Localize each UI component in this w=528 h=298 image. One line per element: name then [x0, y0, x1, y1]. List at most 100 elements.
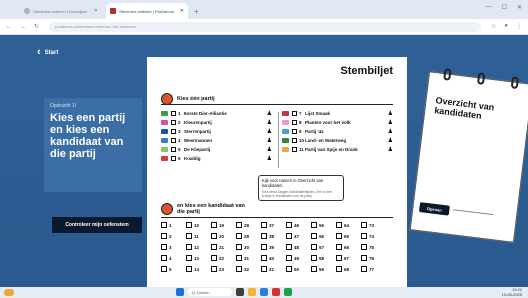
chrome-icon[interactable] — [284, 288, 292, 296]
vote-checkbox[interactable] — [236, 233, 242, 239]
vote-checkbox[interactable] — [361, 266, 367, 272]
candidate-cell[interactable]: 65 — [336, 232, 361, 240]
candidate-cell[interactable]: 5 — [161, 265, 186, 273]
vote-checkbox[interactable] — [292, 120, 297, 125]
candidate-cell[interactable]: 12 — [186, 243, 211, 251]
vote-checkbox[interactable] — [311, 222, 317, 228]
forward-icon[interactable]: → — [20, 24, 26, 30]
candidate-cell[interactable]: 77 — [361, 265, 386, 273]
browser-tab-active[interactable]: Stemmen oefenen | ProDemos ✕ — [106, 3, 188, 19]
vote-checkbox[interactable] — [361, 255, 367, 261]
vote-checkbox[interactable] — [311, 266, 317, 272]
reload-icon[interactable]: ↻ — [34, 23, 39, 30]
edge-icon[interactable] — [260, 288, 268, 296]
task-view-icon[interactable] — [236, 288, 244, 296]
party-row[interactable]: 5 De Kliepartij ♟ — [161, 145, 272, 154]
vote-checkbox[interactable] — [211, 266, 217, 272]
vote-checkbox[interactable] — [171, 111, 176, 116]
vote-checkbox[interactable] — [211, 255, 217, 261]
party-row[interactable]: 3 Sterrenpartij ♟ — [161, 127, 272, 136]
candidate-cell[interactable]: 39 — [261, 243, 286, 251]
candidate-cell[interactable]: 50 — [286, 265, 311, 273]
candidate-cell[interactable]: 68 — [336, 265, 361, 273]
vote-checkbox[interactable] — [286, 244, 292, 250]
vote-checkbox[interactable] — [171, 129, 176, 134]
vote-checkbox[interactable] — [236, 255, 242, 261]
vote-checkbox[interactable] — [286, 255, 292, 261]
new-tab-icon[interactable]: + — [194, 7, 199, 16]
vote-checkbox[interactable] — [261, 222, 267, 228]
system-tray[interactable]: 13:22 13-05-2025 — [502, 287, 522, 297]
candidate-cell[interactable]: 41 — [261, 265, 286, 273]
candidate-cell[interactable]: 48 — [286, 243, 311, 251]
vote-checkbox[interactable] — [161, 222, 167, 228]
candidate-cell[interactable]: 2 — [161, 232, 186, 240]
vote-checkbox[interactable] — [261, 244, 267, 250]
candidate-cell[interactable]: 31 — [236, 254, 261, 262]
candidate-cell[interactable]: 4 — [161, 254, 186, 262]
vote-checkbox[interactable] — [336, 266, 342, 272]
vote-checkbox[interactable] — [186, 244, 192, 250]
weather-icon[interactable] — [4, 289, 14, 296]
party-row[interactable]: 6 Knaldig ♟ — [161, 154, 272, 163]
vote-checkbox[interactable] — [161, 266, 167, 272]
candidate-cell[interactable]: 14 — [186, 265, 211, 273]
taskbar-search[interactable]: Q Zoeken — [188, 288, 232, 296]
vote-checkbox[interactable] — [236, 266, 242, 272]
vote-checkbox[interactable] — [171, 147, 176, 152]
vote-checkbox[interactable] — [286, 222, 292, 228]
vote-checkbox[interactable] — [236, 244, 242, 250]
vote-checkbox[interactable] — [292, 129, 297, 134]
menu-icon[interactable]: ⋮ — [516, 23, 522, 30]
vote-checkbox[interactable] — [311, 255, 317, 261]
candidate-cell[interactable]: 10 — [186, 221, 211, 229]
party-row[interactable]: 7 Lijst Smaak ♟ — [282, 109, 393, 118]
vote-checkbox[interactable] — [292, 147, 297, 152]
back-icon[interactable]: ← — [6, 24, 12, 30]
vote-checkbox[interactable] — [186, 255, 192, 261]
vote-checkbox[interactable] — [286, 266, 292, 272]
browser-tab[interactable]: Stemmen oefenen | Kieswijzer ✕ — [20, 3, 102, 19]
vote-checkbox[interactable] — [361, 222, 367, 228]
candidate-cell[interactable]: 29 — [236, 232, 261, 240]
vote-checkbox[interactable] — [171, 156, 176, 161]
candidate-cell[interactable]: 59 — [311, 265, 336, 273]
vote-checkbox[interactable] — [336, 255, 342, 261]
url-field[interactable]: prodemos.nl/stemmen/oefenen-met-stemmen — [49, 21, 481, 32]
candidate-cell[interactable]: 47 — [286, 232, 311, 240]
vote-checkbox[interactable] — [286, 233, 292, 239]
vote-checkbox[interactable] — [161, 233, 167, 239]
vote-checkbox[interactable] — [311, 244, 317, 250]
close-window-icon[interactable]: ✕ — [517, 4, 522, 11]
party-row[interactable]: 4 Weermannen ♟ — [161, 136, 272, 145]
party-row[interactable]: 2 Kleurenpartij ♟ — [161, 118, 272, 127]
candidate-cell[interactable]: 67 — [336, 254, 361, 262]
candidate-cell[interactable]: 21 — [211, 243, 236, 251]
bookmark-star-icon[interactable]: ☆ — [491, 23, 496, 30]
candidate-cell[interactable]: 3 — [161, 243, 186, 251]
vote-checkbox[interactable] — [161, 255, 167, 261]
candidate-cell[interactable]: 56 — [311, 232, 336, 240]
candidate-cell[interactable]: 55 — [311, 221, 336, 229]
candidate-cell[interactable]: 66 — [336, 243, 361, 251]
candidate-cell[interactable]: 19 — [211, 221, 236, 229]
vote-checkbox[interactable] — [336, 222, 342, 228]
party-row[interactable]: 9 Partij '4x ♟ — [282, 127, 393, 136]
candidate-cell[interactable]: 64 — [336, 221, 361, 229]
candidate-cell[interactable]: 1 — [161, 221, 186, 229]
party-row[interactable]: 1 Eerste Dier-Alliantie ♟ — [161, 109, 272, 118]
start-button[interactable]: ‹ Start — [37, 47, 58, 58]
maximize-icon[interactable]: ☐ — [502, 4, 507, 11]
candidate-cell[interactable]: 46 — [286, 221, 311, 229]
candidate-cell[interactable]: 49 — [286, 254, 311, 262]
vote-checkbox[interactable] — [186, 266, 192, 272]
candidate-cell[interactable]: 11 — [186, 232, 211, 240]
vote-checkbox[interactable] — [171, 120, 176, 125]
vote-checkbox[interactable] — [292, 138, 297, 143]
windows-start-icon[interactable] — [176, 288, 184, 296]
candidate-cell[interactable]: 76 — [361, 254, 386, 262]
vote-checkbox[interactable] — [211, 233, 217, 239]
vote-checkbox[interactable] — [186, 222, 192, 228]
party-row[interactable]: 10 Land- en Waterweg ♟ — [282, 136, 393, 145]
vote-checkbox[interactable] — [236, 222, 242, 228]
